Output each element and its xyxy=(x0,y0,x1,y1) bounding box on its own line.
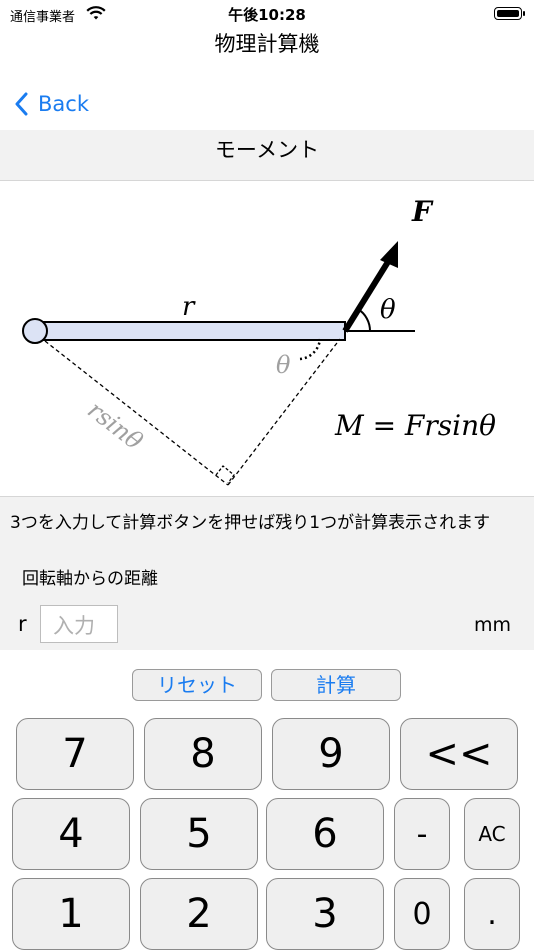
decimal-key[interactable]: . xyxy=(464,878,520,950)
status-bar: 通信事業者 午後10:28 xyxy=(0,0,534,26)
perp-label: rsinθ xyxy=(82,396,148,456)
lever-bar xyxy=(34,321,346,341)
back-label: Back xyxy=(38,92,89,116)
divider xyxy=(0,496,534,497)
force-label: F xyxy=(411,195,434,228)
clear-key[interactable]: AC xyxy=(464,798,520,870)
key-9[interactable]: 9 xyxy=(272,718,390,790)
key-2[interactable]: 2 xyxy=(140,878,258,950)
back-button[interactable]: Back xyxy=(14,88,89,120)
unit-label: mm xyxy=(474,614,512,636)
backspace-key[interactable]: << xyxy=(400,718,518,790)
inner-angle-label: θ xyxy=(276,351,291,379)
key-6[interactable]: 6 xyxy=(266,798,384,870)
force-arrowhead xyxy=(380,241,398,268)
clock: 午後10:28 xyxy=(228,6,306,24)
key-8[interactable]: 8 xyxy=(144,718,262,790)
field-description: 回転軸からの距離 xyxy=(22,569,158,589)
pivot-circle xyxy=(22,318,48,344)
moment-diagram: F r θ θ rsinθ M = Frsinθ xyxy=(0,181,534,497)
perp-line xyxy=(44,340,229,486)
formula-text: M = Frsinθ xyxy=(334,409,496,442)
right-angle-marker xyxy=(215,465,235,484)
radius-label: r xyxy=(182,292,196,322)
nav-title: 物理計算機 xyxy=(214,32,320,56)
reset-button[interactable]: リセット xyxy=(132,669,262,701)
minus-key[interactable]: - xyxy=(394,798,450,870)
battery-nub xyxy=(523,11,525,16)
key-5[interactable]: 5 xyxy=(140,798,258,870)
section-title: モーメント xyxy=(214,138,320,162)
key-4[interactable]: 4 xyxy=(12,798,130,870)
key-0[interactable]: 0 xyxy=(394,878,450,950)
moment-diagram-svg: F r θ θ rsinθ M = Frsinθ xyxy=(22,195,496,486)
key-3[interactable]: 3 xyxy=(266,878,384,950)
key-1[interactable]: 1 xyxy=(12,878,130,950)
battery-icon xyxy=(494,7,522,20)
variable-label: r xyxy=(18,612,27,636)
r-input[interactable]: 入力 xyxy=(40,605,118,643)
inner-angle-arc xyxy=(299,338,322,361)
angle-label: θ xyxy=(380,295,396,325)
chevron-left-icon xyxy=(15,92,28,116)
key-7[interactable]: 7 xyxy=(16,718,134,790)
instruction-text: 3つを入力して計算ボタンを押せば残り1つが計算表示されます xyxy=(10,513,491,533)
calculate-button[interactable]: 計算 xyxy=(271,669,401,701)
